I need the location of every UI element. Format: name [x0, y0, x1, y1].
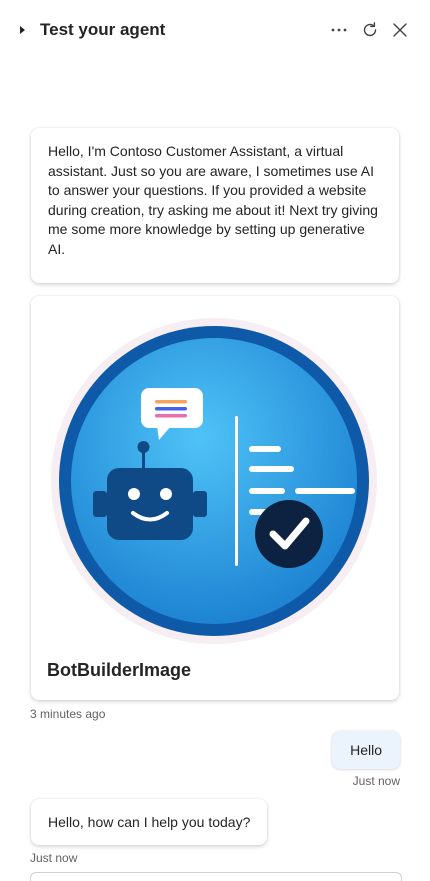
- image-card: BotBuilderImage: [31, 296, 399, 700]
- bot-reply-timestamp: Just now: [30, 851, 78, 865]
- panel-title: Test your agent: [40, 20, 166, 39]
- bot-welcome-message: Hello, I'm Contoso Customer Assistant, a…: [31, 128, 399, 283]
- card-timestamp: 3 minutes ago: [30, 707, 106, 721]
- refresh-button[interactable]: [358, 18, 382, 42]
- bot-reply-text: Hello, how can I help you today?: [48, 814, 251, 830]
- bot-reply-message: Hello, how can I help you today?: [31, 799, 268, 845]
- close-button[interactable]: [388, 18, 412, 42]
- user-message: Hello: [332, 731, 400, 769]
- refresh-icon: [363, 22, 377, 37]
- user-message-text: Hello: [350, 742, 382, 758]
- card-title: BotBuilderImage: [47, 660, 192, 680]
- close-icon: [393, 23, 407, 37]
- chat-header: Test your agent: [0, 0, 430, 62]
- more-options-button[interactable]: [327, 18, 351, 42]
- bot-builder-image: [51, 318, 377, 644]
- more-icon: [331, 28, 347, 32]
- caret-right-icon[interactable]: [20, 26, 25, 34]
- message-input-box[interactable]: [30, 872, 402, 881]
- welcome-text: Hello, I'm Contoso Customer Assistant, a…: [48, 143, 378, 257]
- user-message-timestamp: Just now: [352, 774, 400, 788]
